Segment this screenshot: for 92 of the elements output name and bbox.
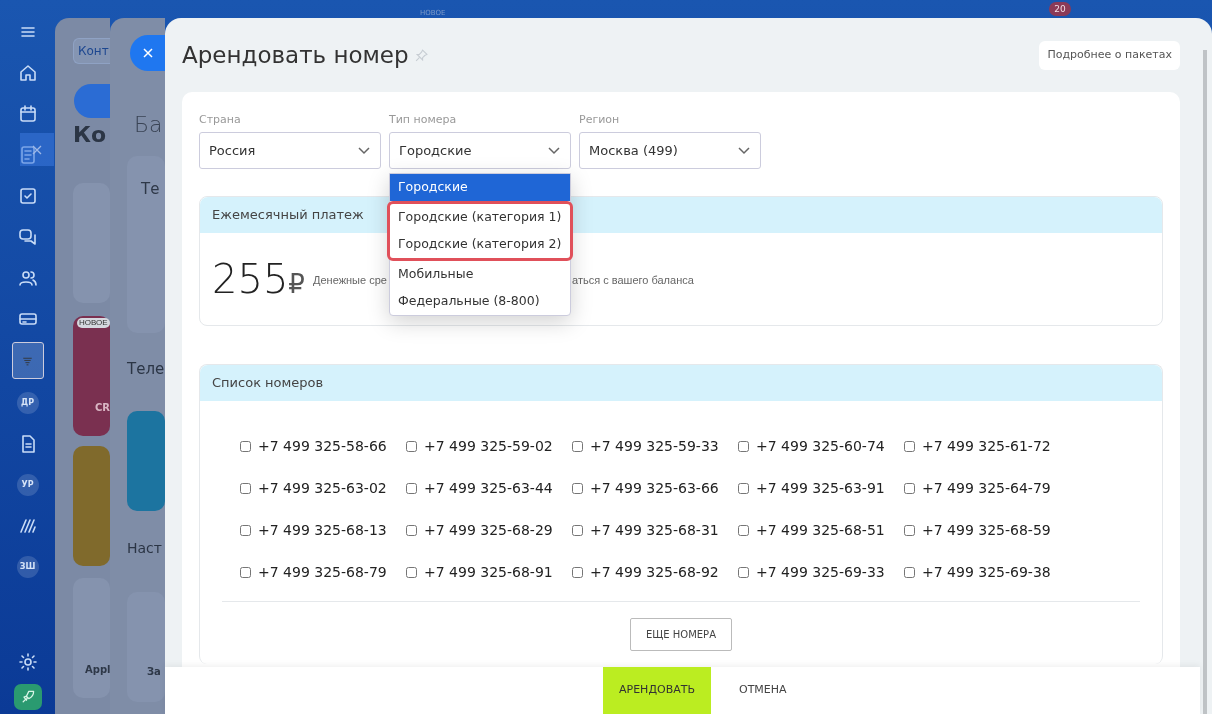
phone-number-option[interactable]: +7 499 325-68-51 bbox=[738, 518, 904, 542]
checkbox[interactable] bbox=[240, 440, 251, 452]
price: 255 bbox=[212, 255, 289, 304]
phone-number-option[interactable]: +7 499 325-58-66 bbox=[240, 434, 406, 458]
tile-label: Appl bbox=[85, 663, 110, 677]
phone-number-option[interactable]: +7 499 325-68-29 bbox=[406, 518, 572, 542]
checkbox[interactable] bbox=[572, 482, 583, 494]
scrollbar[interactable] bbox=[1203, 50, 1207, 714]
panel-heading: Ко bbox=[73, 121, 107, 149]
phone-number-option[interactable]: +7 499 325-63-66 bbox=[572, 476, 738, 500]
checkbox[interactable] bbox=[406, 566, 417, 578]
payment-note: Денежные сре bbox=[313, 274, 387, 286]
checkbox[interactable] bbox=[904, 524, 915, 536]
phone-number-option[interactable]: +7 499 325-61-72 bbox=[904, 434, 1070, 458]
tile[interactable] bbox=[73, 446, 110, 566]
checkbox[interactable] bbox=[738, 566, 749, 578]
phone-number-option[interactable]: +7 499 325-68-13 bbox=[240, 518, 406, 542]
avatar-initials[interactable]: ЗШ bbox=[16, 555, 39, 578]
avatar-initials[interactable]: ДР bbox=[16, 391, 39, 414]
checkbox-icon[interactable] bbox=[17, 185, 38, 206]
phone-number-option[interactable]: +7 499 325-69-38 bbox=[904, 560, 1070, 584]
select-field[interactable]: Россия bbox=[199, 132, 381, 169]
dropdown-option[interactable]: Городские bbox=[390, 174, 570, 201]
phone-number-option[interactable]: +7 499 325-59-02 bbox=[406, 434, 572, 458]
tile[interactable]: НОВОЕ CR bbox=[73, 316, 110, 436]
sidebar-item[interactable] bbox=[11, 342, 44, 379]
checkbox[interactable] bbox=[406, 524, 417, 536]
phone-number-option[interactable]: +7 499 325-63-44 bbox=[406, 476, 572, 500]
chevron-down-icon bbox=[358, 146, 370, 155]
checkbox[interactable] bbox=[240, 482, 251, 494]
avatar-initials[interactable]: УР bbox=[16, 473, 39, 496]
checkbox[interactable] bbox=[904, 440, 915, 452]
home-icon[interactable] bbox=[17, 62, 38, 83]
launch-button[interactable] bbox=[13, 684, 42, 710]
chat-icon[interactable] bbox=[17, 226, 38, 247]
checkbox[interactable] bbox=[406, 482, 417, 494]
section-header: Список номеров bbox=[200, 365, 1162, 401]
phone-number-option[interactable]: +7 499 325-68-92 bbox=[572, 560, 738, 584]
checkbox[interactable] bbox=[240, 566, 251, 578]
checkbox[interactable] bbox=[406, 440, 417, 452]
close-button[interactable] bbox=[130, 35, 165, 71]
tile[interactable] bbox=[127, 411, 165, 511]
phone-number-option[interactable]: +7 499 325-60-74 bbox=[738, 434, 904, 458]
chevron-down-icon bbox=[548, 146, 560, 155]
phone-number-option[interactable]: +7 499 325-68-79 bbox=[240, 560, 406, 584]
card-label: За bbox=[147, 665, 161, 679]
checkbox[interactable] bbox=[240, 524, 251, 536]
phone-number-option[interactable]: +7 499 325-69-33 bbox=[738, 560, 904, 584]
phone-number-option[interactable]: +7 499 325-63-02 bbox=[240, 476, 406, 500]
checkbox[interactable] bbox=[572, 440, 583, 452]
close-icon bbox=[32, 144, 42, 155]
tile-label: CR bbox=[95, 401, 110, 415]
checkbox[interactable] bbox=[738, 440, 749, 452]
field-label: Тип номера bbox=[389, 112, 458, 125]
section-heading: Наст bbox=[127, 539, 162, 558]
notification-counter: 20 bbox=[1049, 2, 1071, 16]
select-field[interactable]: Москва (499) bbox=[579, 132, 761, 169]
payment-note: аться с вашего баланса bbox=[572, 274, 694, 286]
panel-heading: Ба bbox=[134, 111, 163, 139]
more-numbers-button[interactable]: ЕЩЕ НОМЕРА bbox=[630, 618, 732, 651]
phone-number-option[interactable]: +7 499 325-59-33 bbox=[572, 434, 738, 458]
checkbox[interactable] bbox=[904, 482, 915, 494]
rent-button[interactable]: АРЕНДОВАТЬ bbox=[603, 667, 711, 714]
dropdown-option[interactable]: Городские (категория 2) bbox=[390, 231, 570, 258]
field-label: Страна bbox=[199, 112, 242, 125]
card-title: Те bbox=[141, 179, 160, 200]
currency-sign: ₽ bbox=[288, 268, 305, 301]
dialog-title: Арендовать номер bbox=[182, 42, 409, 70]
field-label: Регион bbox=[579, 112, 621, 125]
checkbox[interactable] bbox=[572, 566, 583, 578]
phone-number-option[interactable]: +7 499 325-68-91 bbox=[406, 560, 572, 584]
chevron-down-icon bbox=[738, 146, 750, 155]
phone-number-option[interactable]: +7 499 325-68-59 bbox=[904, 518, 1070, 542]
more-info-button[interactable]: Подробнее о пакетах bbox=[1039, 41, 1180, 70]
dropdown-option[interactable]: Федеральные (8-800) bbox=[390, 288, 570, 315]
phone-number-option[interactable]: +7 499 325-64-79 bbox=[904, 476, 1070, 500]
cancel-button[interactable]: ОТМЕНА bbox=[732, 681, 793, 700]
checkbox[interactable] bbox=[738, 524, 749, 536]
dropdown-option[interactable]: Мобильные bbox=[390, 261, 570, 288]
select-field[interactable]: Городские bbox=[389, 132, 571, 169]
close-icon bbox=[142, 48, 153, 58]
calendar-icon[interactable] bbox=[17, 103, 38, 124]
checkbox[interactable] bbox=[572, 524, 583, 536]
tile[interactable]: Appl bbox=[73, 578, 110, 698]
dropdown-option[interactable]: Городские (категория 1) bbox=[390, 204, 570, 231]
settings-icon[interactable] bbox=[17, 652, 38, 672]
phone-number-option[interactable]: +7 499 325-63-91 bbox=[738, 476, 904, 500]
new-badge: НОВОЕ bbox=[77, 318, 110, 328]
checkbox[interactable] bbox=[738, 482, 749, 494]
phone-number-option[interactable]: +7 499 325-68-31 bbox=[572, 518, 738, 542]
section-heading: Теле bbox=[127, 359, 165, 380]
checkbox[interactable] bbox=[904, 566, 915, 578]
